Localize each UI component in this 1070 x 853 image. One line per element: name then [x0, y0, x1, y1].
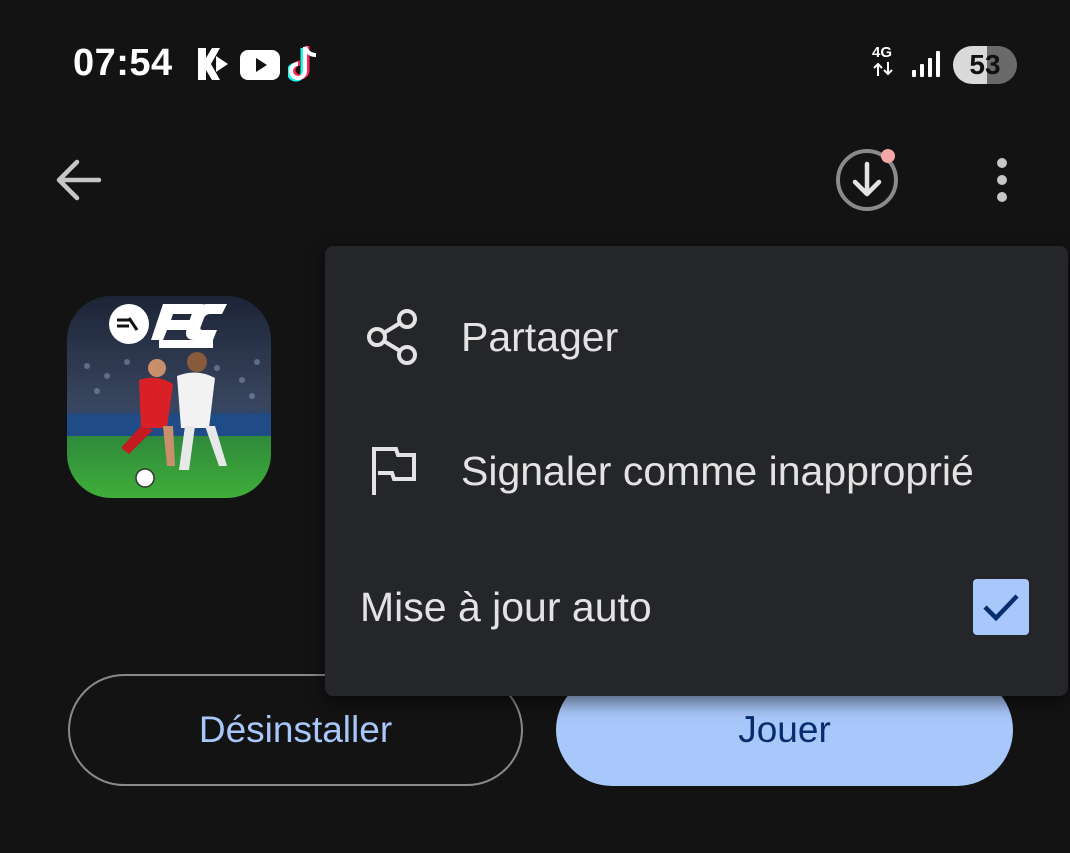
- more-vert-icon: [997, 158, 1007, 202]
- signal-icon: [910, 50, 942, 78]
- battery-level: 53: [969, 49, 1001, 80]
- menu-item-share[interactable]: Partager: [325, 272, 1068, 402]
- battery-icon: 53: [953, 46, 1017, 84]
- flag-icon: [365, 443, 421, 499]
- download-icon: [836, 149, 898, 211]
- share-label: Partager: [461, 313, 619, 360]
- downloads-button[interactable]: [832, 146, 902, 216]
- report-label: Signaler comme inapproprié: [461, 447, 974, 494]
- tiktok-icon: [286, 44, 324, 84]
- overflow-menu: Partager Signaler comme inapproprié Mise…: [325, 246, 1068, 696]
- more-options-button[interactable]: [980, 150, 1024, 210]
- back-arrow-icon: [56, 159, 102, 201]
- network-4g-icon: 4G: [872, 45, 898, 81]
- menu-item-auto-update[interactable]: Mise à jour auto: [325, 542, 1068, 672]
- auto-update-label: Mise à jour auto: [360, 583, 652, 630]
- menu-item-report[interactable]: Signaler comme inapproprié: [325, 406, 1068, 536]
- check-icon: [983, 594, 1019, 622]
- back-button[interactable]: [48, 152, 108, 208]
- kick-icon: [195, 46, 233, 82]
- status-time: 07:54: [73, 42, 173, 84]
- share-icon: [365, 309, 421, 365]
- network-type-label: 4G: [872, 44, 893, 61]
- auto-update-checkbox[interactable]: [973, 579, 1029, 635]
- fc-mobile-app-icon: [67, 296, 271, 498]
- notification-dot: [881, 149, 895, 163]
- youtube-icon: [240, 50, 280, 80]
